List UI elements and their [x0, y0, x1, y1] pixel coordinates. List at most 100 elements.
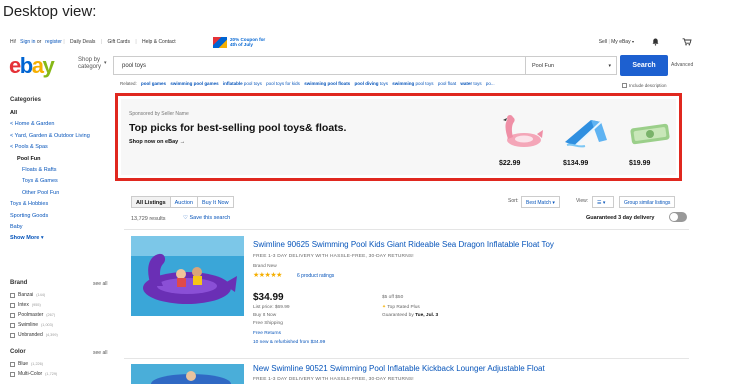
sidebar-item-baby[interactable]: Baby — [10, 222, 110, 233]
utility-right: Sell | My eBay ▾ — [599, 39, 634, 45]
filter-count: (1,003) — [41, 323, 54, 327]
related-link[interactable]: pool diving toys — [354, 81, 388, 86]
tab-all-listings[interactable]: All Listings — [132, 197, 171, 207]
sidebar-item-yard-garden[interactable]: < Yard, Garden & Outdoor Living — [10, 131, 110, 142]
money-float-image[interactable] — [625, 112, 675, 152]
brand-filter-swimline[interactable]: Swimline (1,003) — [10, 322, 53, 328]
checkbox-box[interactable] — [10, 371, 15, 377]
filter-count: (1,226) — [31, 362, 44, 366]
brand-filter-banzai[interactable]: Banzai (144) — [10, 292, 45, 298]
item-free-returns[interactable]: Free Returns — [253, 331, 281, 336]
guaranteed-delivery-label: Guaranteed 3 day delivery — [586, 215, 655, 221]
pool-slide-image[interactable] — [561, 112, 611, 152]
related-link[interactable]: swimming pool games — [170, 81, 218, 86]
view-label: View: — [576, 198, 589, 204]
gift-cards-link[interactable]: Gift Cards — [107, 39, 130, 45]
sidebar-item-sporting-goods[interactable]: Sporting Goods — [10, 211, 110, 222]
shop-by-line-2: category — [78, 64, 102, 70]
view-select[interactable]: ☰ ▾ — [592, 196, 614, 208]
sidebar-item-other-pool-fun[interactable]: Other Pool Fun — [10, 188, 110, 199]
checkbox-box[interactable] — [10, 322, 15, 328]
checkbox-box[interactable] — [10, 361, 15, 367]
item-title-link[interactable]: Swimline 90625 Swimming Pool Kids Giant … — [253, 240, 554, 249]
color-see-all-link[interactable]: see all — [93, 350, 107, 356]
register-link[interactable]: register — [45, 39, 62, 45]
item-title-link[interactable]: New Swimline 90521 Swimming Pool Inflata… — [253, 364, 545, 373]
cart-icon[interactable] — [682, 38, 692, 46]
search-button[interactable]: Search — [620, 55, 668, 76]
filter-label: Banzai — [18, 292, 34, 298]
sidebar-item-all[interactable]: All — [10, 108, 110, 119]
product-ratings-link[interactable]: 6 product ratings — [297, 273, 334, 279]
brand-filter-intex[interactable]: Intex (955) — [10, 302, 41, 308]
sidebar-item-pools-spas[interactable]: < Pools & Spas — [10, 142, 110, 153]
sidebar-item-floats-rafts[interactable]: Floats & Rafts — [10, 165, 110, 176]
save-search-link[interactable]: ♡ Save this search — [183, 215, 230, 221]
related-link[interactable]: po... — [486, 81, 495, 86]
bell-icon[interactable] — [652, 38, 659, 46]
listing-type-tabs: All Listings Auction Buy It Now — [131, 196, 234, 208]
item-thumbnail[interactable] — [131, 236, 244, 316]
sell-link[interactable]: Sell — [599, 39, 607, 45]
sidebar-item-home-garden[interactable]: < Home & Garden — [10, 119, 110, 130]
item-refurbished-link[interactable]: 10 new & refurbished from $34.99 — [253, 340, 325, 345]
related-searches: Related: pool games swimming pool games … — [120, 81, 495, 86]
category-sidebar: Categories All < Home & Garden < Yard, G… — [10, 97, 110, 245]
guaranteed-delivery-toggle[interactable] — [669, 212, 687, 222]
tab-auction[interactable]: Auction — [171, 197, 198, 207]
include-description-label: Include description — [629, 83, 667, 88]
checkbox-box[interactable] — [10, 332, 15, 338]
promo-title: Top picks for best-selling pool toys& fl… — [129, 122, 347, 134]
coupon-banner[interactable]: 20% Coupon for 4th of July — [213, 36, 293, 48]
brand-filter-poolmaster[interactable]: Poolmaster (267) — [10, 312, 55, 318]
coupon-text: 20% Coupon for 4th of July — [230, 37, 265, 47]
sort-select[interactable]: Best Match ▾ — [521, 196, 560, 208]
sidebar-item-toys-hobbies[interactable]: Toys & Hobbies — [10, 199, 110, 210]
item-list-price: List price: $69.99 — [253, 305, 290, 310]
related-link[interactable]: pool float — [438, 81, 456, 86]
promo-price: $19.99 — [629, 160, 651, 167]
color-filter-blue[interactable]: Blue (1,226) — [10, 361, 43, 367]
related-link[interactable]: inflatable pool toys — [223, 81, 262, 86]
divider — [124, 358, 689, 359]
related-link[interactable]: swimming pool floats — [304, 81, 350, 86]
help-contact-link[interactable]: Help & Contact — [142, 39, 176, 45]
related-link[interactable]: water toys — [460, 81, 481, 86]
utility-bar: Hi! Sign in or register | Daily Deals | Gi… — [10, 39, 180, 45]
ebay-logo[interactable]: ebay — [9, 53, 55, 78]
brand-filter-unbranded[interactable]: Unbranded (4,399) — [10, 332, 58, 338]
flamingo-float-image[interactable] — [497, 112, 547, 152]
checkbox-box[interactable] — [10, 292, 15, 298]
related-link[interactable]: swimming pool toys — [392, 81, 433, 86]
filter-count: (1,729) — [45, 372, 58, 376]
checkbox-box[interactable] — [10, 312, 15, 318]
related-link[interactable]: pool toys for kids — [266, 81, 300, 86]
result-count: 13,729 results — [131, 216, 166, 222]
sidebar-item-toys-games[interactable]: Toys & Games — [10, 176, 110, 187]
item-subtitle: FREE 1-3 DAY DELIVERY WITH HASSLE-FREE, … — [253, 254, 414, 259]
signin-link[interactable]: Sign in — [20, 39, 35, 45]
promo-shop-now-link[interactable]: Shop now on eBay → — [129, 139, 185, 145]
daily-deals-link[interactable]: Daily Deals — [70, 39, 95, 45]
checkbox-box[interactable] — [10, 302, 15, 308]
advanced-search-link[interactable]: Advanced — [671, 62, 693, 68]
brand-see-all-link[interactable]: see all — [93, 281, 107, 287]
my-ebay-link[interactable]: My eBay — [611, 39, 630, 45]
color-filter-multi-color[interactable]: Multi-Color (1,729) — [10, 371, 57, 377]
show-more-link[interactable]: Show More ▾ — [10, 233, 110, 244]
chevron-down-icon: ▾ — [552, 200, 555, 206]
item-subtitle: FREE 1-3 DAY DELIVERY WITH HASSLE-FREE, … — [253, 377, 414, 382]
checkbox-box[interactable] — [622, 83, 627, 88]
group-similar-button[interactable]: Group similar listings — [619, 196, 676, 208]
include-description-checkbox[interactable]: Include description — [622, 83, 667, 88]
tab-buy-it-now[interactable]: Buy It Now — [198, 197, 233, 207]
category-select[interactable]: Pool Fun ▾ — [526, 56, 617, 75]
search-input[interactable]: pool toys — [113, 56, 526, 75]
filter-count: (955) — [31, 303, 41, 307]
shop-by-category-button[interactable]: Shop by category — [78, 57, 101, 71]
sort-label: Sort: — [508, 198, 519, 204]
page-caption: Desktop view: — [3, 3, 97, 20]
related-link[interactable]: pool games — [141, 81, 166, 86]
item-thumbnail[interactable] — [131, 364, 244, 384]
logo-letter: y — [42, 53, 54, 78]
